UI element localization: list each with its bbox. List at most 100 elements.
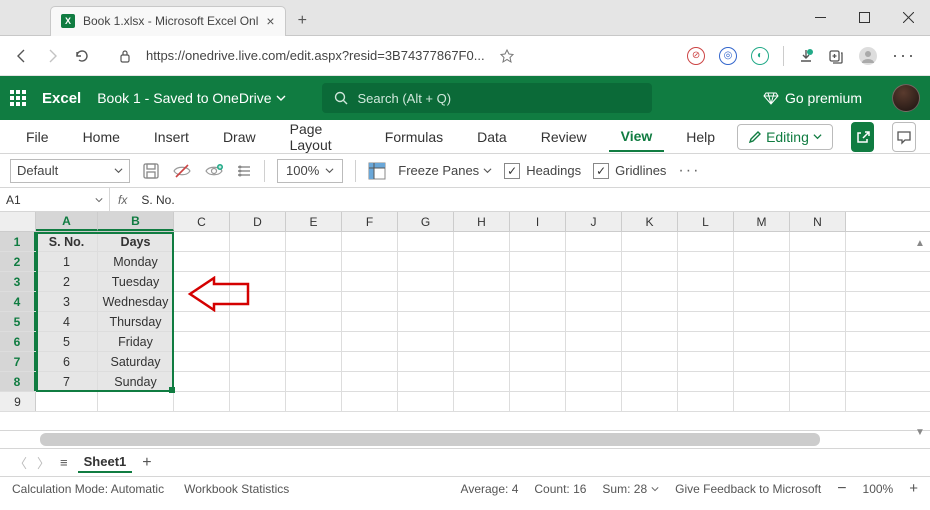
cell[interactable] <box>174 252 230 271</box>
cell[interactable] <box>174 332 230 351</box>
cell[interactable] <box>678 352 734 371</box>
extension-icon-3[interactable]: ◐ <box>751 47 769 65</box>
cell[interactable] <box>566 372 622 391</box>
zoom-out[interactable]: − <box>837 480 846 498</box>
row-header[interactable]: 6 <box>0 332 36 351</box>
name-box[interactable]: A1 <box>0 188 110 211</box>
cell[interactable] <box>174 312 230 331</box>
cell[interactable] <box>98 392 174 411</box>
cell[interactable] <box>566 252 622 271</box>
cell[interactable] <box>566 392 622 411</box>
extension-icon-2[interactable]: ◎ <box>719 47 737 65</box>
cell[interactable] <box>678 392 734 411</box>
cell[interactable] <box>342 272 398 291</box>
freeze-panes-button[interactable]: Freeze Panes <box>398 163 492 178</box>
cell[interactable] <box>566 272 622 291</box>
cell[interactable] <box>454 252 510 271</box>
cell[interactable] <box>510 272 566 291</box>
nav-forward-button[interactable] <box>44 48 60 64</box>
row-header[interactable]: 9 <box>0 392 36 411</box>
site-info-icon[interactable] <box>118 49 132 63</box>
row-header[interactable]: 7 <box>0 352 36 371</box>
cell[interactable] <box>398 252 454 271</box>
editing-mode-button[interactable]: Editing <box>737 124 833 150</box>
extension-icon-1[interactable]: ⊘ <box>687 47 705 65</box>
cell[interactable] <box>342 292 398 311</box>
cell[interactable] <box>454 232 510 251</box>
sheet-nav-prev[interactable]: 〈 <box>14 453 27 472</box>
cell[interactable] <box>174 352 230 371</box>
zoom-select[interactable]: 100% <box>277 159 343 183</box>
close-window-button[interactable] <box>886 0 930 36</box>
cell[interactable] <box>790 232 846 251</box>
cell[interactable] <box>286 232 342 251</box>
tab-home[interactable]: Home <box>71 123 132 151</box>
more-icon[interactable]: ··· <box>892 45 916 66</box>
cell[interactable]: 5 <box>36 332 98 351</box>
tab-help[interactable]: Help <box>674 123 727 151</box>
cell[interactable]: Tuesday <box>98 272 174 291</box>
column-header[interactable]: N <box>790 212 846 231</box>
row-header[interactable]: 2 <box>0 252 36 271</box>
cell[interactable] <box>622 292 678 311</box>
cell[interactable] <box>398 272 454 291</box>
cell[interactable] <box>790 292 846 311</box>
tab-insert[interactable]: Insert <box>142 123 201 151</box>
cell[interactable] <box>566 352 622 371</box>
tab-draw[interactable]: Draw <box>211 123 268 151</box>
search-box[interactable]: Search (Alt + Q) <box>322 83 652 113</box>
cell[interactable] <box>622 352 678 371</box>
cell[interactable]: Wednesday <box>98 292 174 311</box>
cell[interactable] <box>678 292 734 311</box>
row-header[interactable]: 3 <box>0 272 36 291</box>
tab-view[interactable]: View <box>609 122 665 152</box>
cell[interactable] <box>678 372 734 391</box>
cell[interactable] <box>398 292 454 311</box>
cell[interactable] <box>454 392 510 411</box>
cell[interactable] <box>510 372 566 391</box>
cell[interactable] <box>790 372 846 391</box>
cell[interactable] <box>734 292 790 311</box>
cell[interactable] <box>230 392 286 411</box>
cell[interactable] <box>342 392 398 411</box>
row-header[interactable]: 8 <box>0 372 36 391</box>
column-header[interactable]: A <box>36 212 98 231</box>
calc-mode[interactable]: Calculation Mode: Automatic <box>12 482 164 496</box>
cell[interactable] <box>286 292 342 311</box>
spreadsheet-grid[interactable]: ABCDEFGHIJKLMN 1S. No.Days21Monday32Tues… <box>0 212 930 430</box>
cell[interactable] <box>790 332 846 351</box>
cell[interactable] <box>566 332 622 351</box>
cell[interactable] <box>174 392 230 411</box>
downloads-icon[interactable] <box>798 48 814 64</box>
tab-formulas[interactable]: Formulas <box>373 123 455 151</box>
cell[interactable] <box>342 312 398 331</box>
cell[interactable] <box>790 352 846 371</box>
column-header[interactable]: H <box>454 212 510 231</box>
cell[interactable] <box>678 312 734 331</box>
cell[interactable] <box>174 232 230 251</box>
cell[interactable] <box>454 372 510 391</box>
cell[interactable] <box>622 312 678 331</box>
cell[interactable] <box>230 252 286 271</box>
tab-file[interactable]: File <box>14 123 61 151</box>
cell[interactable]: 6 <box>36 352 98 371</box>
all-sheets-button[interactable]: ≡ <box>60 455 68 470</box>
url-text[interactable]: https://onedrive.live.com/edit.aspx?resi… <box>146 48 485 63</box>
status-sum[interactable]: Sum: 28 <box>602 482 659 496</box>
cell[interactable] <box>734 272 790 291</box>
cell[interactable]: 4 <box>36 312 98 331</box>
cell[interactable] <box>734 312 790 331</box>
cell[interactable] <box>398 312 454 331</box>
column-header[interactable]: L <box>678 212 734 231</box>
cell[interactable] <box>734 252 790 271</box>
cell[interactable] <box>734 372 790 391</box>
refresh-button[interactable] <box>74 48 90 64</box>
column-header[interactable]: F <box>342 212 398 231</box>
cell[interactable] <box>342 372 398 391</box>
cell[interactable] <box>454 292 510 311</box>
cell[interactable]: Sunday <box>98 372 174 391</box>
cell[interactable] <box>790 252 846 271</box>
row-header[interactable]: 4 <box>0 292 36 311</box>
cell[interactable] <box>342 352 398 371</box>
cell[interactable] <box>734 392 790 411</box>
